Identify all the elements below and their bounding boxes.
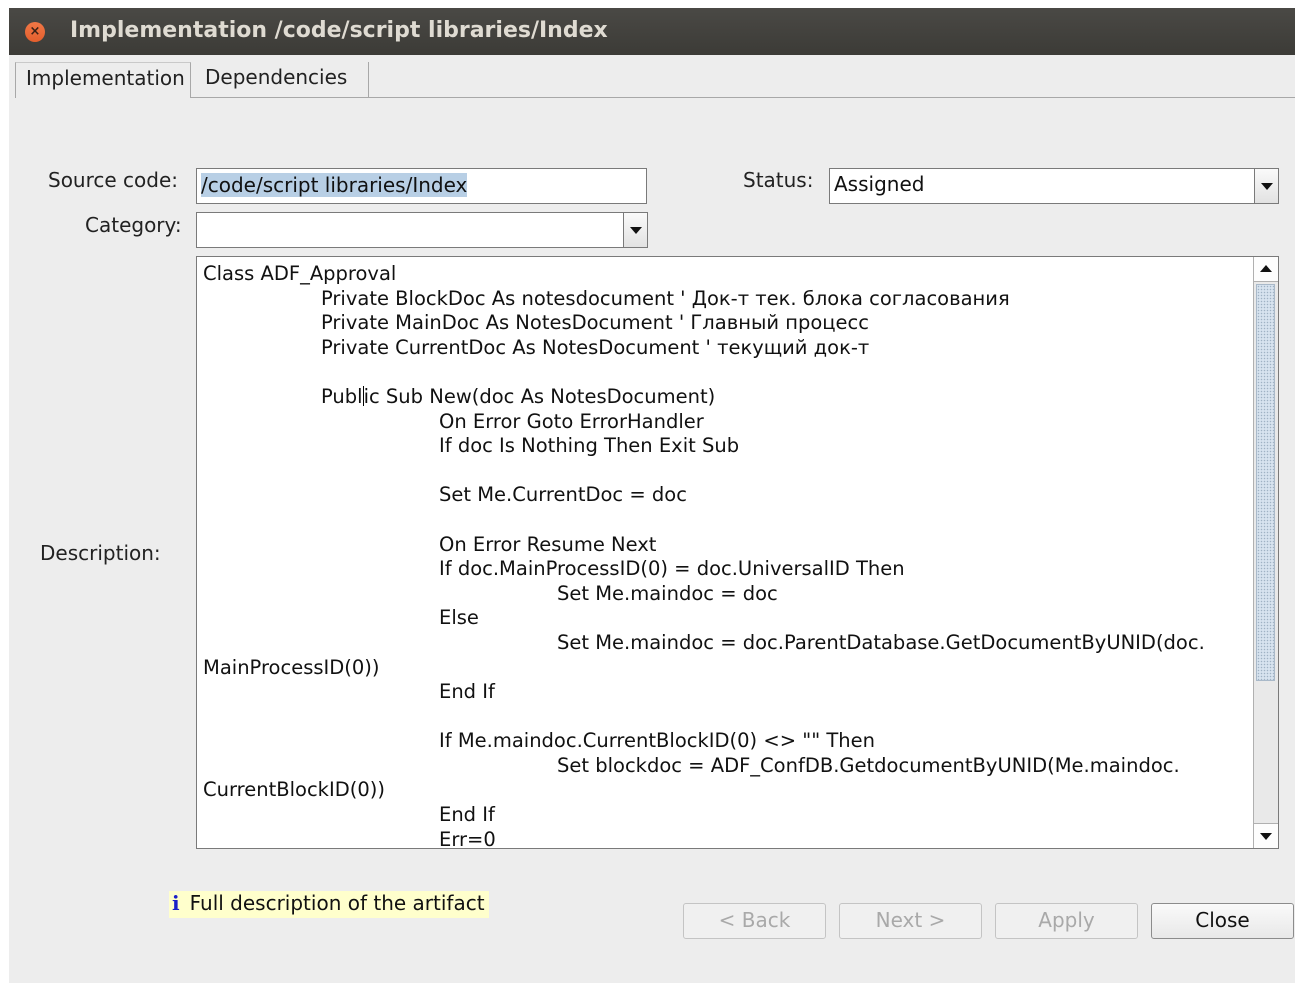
description-label: Description: [40,541,161,565]
description-line: If Me.maindoc.CurrentBlockID(0) <> "" Th… [439,729,875,753]
status-dropdown-arrow-icon[interactable] [1254,169,1278,203]
description-line: Private BlockDoc As notesdocument ' Док-… [321,286,1010,310]
category-dropdown-arrow-icon[interactable] [623,213,647,247]
close-window-icon[interactable]: × [25,22,45,42]
description-scrollbar[interactable] [1253,257,1278,848]
hint-text: Full description of the artifact [189,891,485,915]
tab-bar: Implementation Dependencies [9,62,1295,100]
description-line [203,508,1243,533]
description-line: Set Me.maindoc = doc.ParentDatabase.GetD… [557,630,1205,654]
description-line: Public Sub New(doc As NotesDocument) [321,384,716,408]
description-text[interactable]: Class ADF_Approval Private BlockDoc As no… [203,262,1243,849]
back-button[interactable]: < Back [683,903,826,939]
description-line: On Error Goto ErrorHandler [439,409,704,433]
description-textarea[interactable]: Class ADF_Approval Private BlockDoc As no… [196,256,1279,849]
description-line: Class ADF_Approval [203,262,397,285]
description-line: If doc.MainProcessID(0) = doc.UniversalI… [439,557,905,581]
source-code-label: Source code: [48,168,179,192]
status-dropdown[interactable]: Assigned [829,168,1279,204]
source-code-value: /code/script libraries/Index [201,173,468,197]
description-line: Set Me.maindoc = doc [557,581,778,605]
info-icon: i [172,891,180,915]
description-line: CurrentBlockID(0)) [203,778,385,802]
tab-dependencies[interactable]: Dependencies [199,62,369,98]
description-line: Err=0 [439,827,496,849]
description-line: On Error Resume Next [439,532,657,556]
description-line: MainProcessID(0)) [203,655,380,679]
scroll-down-icon[interactable] [1254,823,1278,848]
text-caret [362,385,364,406]
description-line: If doc Is Nothing Then Exit Sub [439,434,740,458]
description-line [203,360,1243,385]
description-line: Private MainDoc As NotesDocument ' Главн… [321,311,869,335]
description-line: End If [439,803,495,827]
title-bar[interactable]: × Implementation /code/script libraries/… [9,8,1295,55]
scrollbar-thumb[interactable] [1256,284,1275,681]
close-button[interactable]: Close [1151,903,1294,939]
description-line [203,459,1243,484]
status-value: Assigned [834,172,925,196]
description-line: Set blockdoc = ADF_ConfDB.GetdocumentByU… [557,753,1180,777]
description-line [203,705,1243,730]
apply-button[interactable]: Apply [995,903,1138,939]
description-line: Private CurrentDoc As NotesDocument ' те… [321,335,870,359]
next-button[interactable]: Next > [839,903,982,939]
category-label: Category: [85,213,182,237]
description-line: Set Me.CurrentDoc = doc [439,483,687,507]
description-line: Else [439,606,479,630]
dialog-window: × Implementation /code/script libraries/… [9,8,1295,983]
description-line: End If [439,680,495,704]
tab-implementation[interactable]: Implementation [15,62,191,98]
window-title: Implementation /code/script libraries/In… [70,18,608,43]
category-dropdown[interactable] [196,212,648,248]
hint-bar: i Full description of the artifact [169,891,489,918]
scroll-up-icon[interactable] [1254,257,1278,282]
status-label: Status: [743,168,814,192]
source-code-field[interactable]: /code/script libraries/Index [196,168,647,204]
